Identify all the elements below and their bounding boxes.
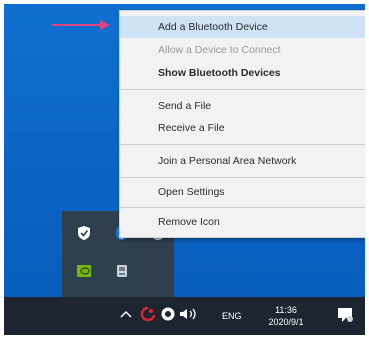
input-language-indicator[interactable]: ENG <box>222 311 242 321</box>
menu-item-add-bluetooth-device[interactable]: Add a Bluetooth Device <box>120 16 365 38</box>
menu-separator <box>120 144 365 145</box>
notification-icon[interactable] <box>336 306 354 326</box>
antivirus-icon[interactable] <box>140 306 156 324</box>
volume-icon[interactable] <box>179 307 199 323</box>
defender-shield-icon[interactable] <box>74 223 94 243</box>
menu-separator <box>120 207 365 208</box>
menu-separator <box>120 177 365 178</box>
desktop-background: Add a Bluetooth Device Allow a Device to… <box>4 4 365 335</box>
taskbar: ENG 11:36 2020/9/1 <box>4 297 365 335</box>
clock-time: 11:36 <box>275 305 297 315</box>
pointer-arrow-icon <box>52 20 110 30</box>
network-icon[interactable] <box>160 306 176 324</box>
menu-item-show-bluetooth-devices[interactable]: Show Bluetooth Devices <box>120 62 365 84</box>
menu-item-receive-file[interactable]: Receive a File <box>120 117 365 139</box>
system-clock[interactable]: 11:36 2020/9/1 <box>256 304 316 328</box>
nvidia-icon[interactable] <box>74 261 94 281</box>
menu-item-remove-icon[interactable]: Remove Icon <box>120 211 365 233</box>
menu-item-send-file[interactable]: Send a File <box>120 95 365 117</box>
menu-item-allow-device-to-connect[interactable]: Allow a Device to Connect <box>120 39 365 61</box>
usb-device-icon[interactable] <box>112 261 132 281</box>
menu-item-join-personal-area-network[interactable]: Join a Personal Area Network <box>120 150 365 172</box>
show-hidden-icons-chevron[interactable] <box>120 309 132 321</box>
menu-separator <box>120 89 365 90</box>
bluetooth-context-menu: Add a Bluetooth Device Allow a Device to… <box>119 10 365 238</box>
menu-item-open-settings[interactable]: Open Settings <box>120 181 365 203</box>
clock-date: 2020/9/1 <box>268 317 304 327</box>
